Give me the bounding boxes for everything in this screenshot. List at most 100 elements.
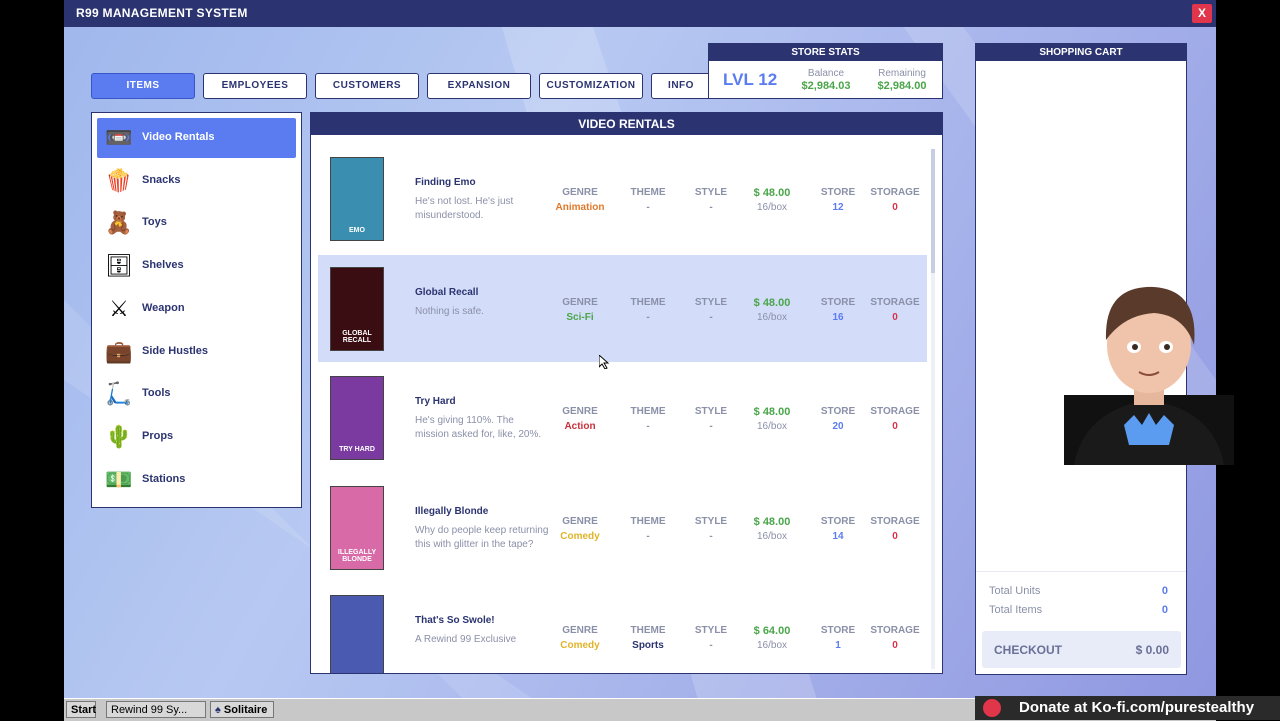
start-button[interactable]: Start — [66, 701, 96, 718]
item-store: 12 — [832, 202, 844, 213]
item-row[interactable]: ILLEGALLY BLONDE Illegally Blonde Why do p… — [318, 474, 927, 581]
taskbar-solitaire[interactable]: ♠ Solitaire — [210, 701, 274, 718]
solitaire-label: Solitaire — [223, 704, 268, 716]
item-store-column: STORE 14 — [808, 516, 868, 542]
item-genre-column: GENRE Animation — [550, 187, 610, 213]
scooter-icon: 🛴 — [105, 381, 133, 407]
item-row[interactable]: That's So Swole! A Rewind 99 Exclusive GEN… — [318, 583, 927, 673]
item-style: - — [709, 311, 713, 323]
window-title: R99 MANAGEMENT SYSTEM — [76, 6, 248, 20]
sidebar-item-side-hustles[interactable]: 💼 Side Hustles — [97, 332, 296, 372]
item-theme: - — [646, 421, 650, 432]
tab-info[interactable]: INFO — [651, 73, 711, 99]
scrollbar-thumb[interactable] — [931, 149, 935, 273]
item-cover-image: GLOBAL RECALL — [330, 266, 384, 351]
item-cover-image: ILLEGALLY BLONDE — [330, 485, 384, 570]
column-label: STORAGE — [870, 625, 920, 636]
item-per-box: 16/box — [756, 640, 788, 651]
briefcase-icon: 💼 — [105, 338, 133, 364]
sidebar-item-label: Toys — [142, 216, 167, 229]
item-list-panel: VIDEO RENTALS EMO Finding Emo He's not los… — [310, 112, 943, 674]
sidebar-item-shelves[interactable]: 🗄 Shelves — [97, 246, 296, 286]
item-genre-column: GENRE Action — [550, 406, 610, 432]
item-genre: Sci-Fi — [566, 311, 594, 323]
item-description: He's not lost. He's just misunderstood. — [415, 196, 514, 221]
item-row[interactable]: EMO Finding Emo He's not lost. He's just m… — [318, 145, 927, 252]
column-label: THEME — [630, 187, 666, 198]
item-row[interactable]: GLOBAL RECALL Global Recall Nothing is saf… — [318, 254, 927, 362]
total-units-label: Total Units — [989, 585, 1041, 597]
category-sidebar: 📼 Video Rentals 🍿 Snacks 🧸 Toys 🗄 Shelves ⚔ Weapo… — [91, 112, 302, 508]
item-style: - — [709, 421, 713, 432]
item-style: - — [709, 640, 713, 651]
tab-customers[interactable]: CUSTOMERS — [315, 73, 419, 99]
item-theme: - — [646, 202, 650, 213]
item-storage-column: STORAGE 0 — [865, 297, 925, 323]
remaining-label: Remaining — [878, 68, 926, 79]
popcorn-icon: 🍿 — [105, 167, 133, 193]
item-theme-column: THEME Sports — [618, 625, 678, 651]
item-genre-column: GENRE Comedy — [550, 516, 610, 542]
item-price-block: $ 48.00 16/box — [742, 406, 802, 432]
column-label: STYLE — [694, 515, 728, 527]
column-label: STORE — [820, 187, 856, 198]
mouse-cursor-icon — [599, 355, 609, 369]
item-style-column: STYLE - — [681, 187, 741, 213]
close-button[interactable]: X — [1192, 4, 1212, 23]
sidebar-item-props[interactable]: 🌵 Props — [97, 417, 296, 457]
item-theme-column: THEME - — [618, 187, 678, 213]
item-storage: 0 — [892, 421, 898, 432]
sidebar-item-snacks[interactable]: 🍿 Snacks — [97, 161, 296, 201]
item-theme: Sports — [632, 640, 664, 651]
column-label: GENRE — [562, 296, 598, 308]
remaining-block: Remaining $2,984.00 — [867, 68, 937, 92]
sidebar-item-toys[interactable]: 🧸 Toys — [97, 203, 296, 243]
item-description: He's giving 110%. The mission asked for,… — [415, 415, 542, 440]
item-storage-column: STORAGE 0 — [865, 625, 925, 651]
column-label: THEME — [630, 296, 666, 308]
item-price-block: $ 48.00 16/box — [742, 516, 802, 542]
item-price: $ 48.00 — [753, 515, 791, 528]
item-store: 16 — [832, 311, 844, 323]
kofi-heart-icon — [983, 699, 1001, 717]
shelf-icon: 🗄 — [105, 253, 133, 279]
column-label: STORAGE — [870, 187, 920, 198]
tab-expansion[interactable]: EXPANSION — [427, 73, 531, 99]
sidebar-item-tools[interactable]: 🛴 Tools — [97, 374, 296, 414]
total-units-value: 0 — [1161, 585, 1168, 597]
item-genre: Comedy — [560, 530, 600, 542]
item-per-box: 16/box — [756, 311, 788, 323]
tab-items[interactable]: ITEMS — [91, 73, 195, 99]
column-label: STORE — [820, 406, 856, 417]
item-name: Global Recall — [415, 286, 479, 298]
sidebar-item-label: Video Rentals — [142, 131, 215, 143]
sidebar-item-stations[interactable]: 💵 Stations — [97, 460, 296, 500]
column-label: GENRE — [562, 625, 598, 636]
kofi-overlay: Donate at Ko-fi.com/purestealthy — [975, 696, 1280, 720]
item-cover-image — [330, 595, 384, 673]
item-store: 14 — [832, 530, 844, 542]
checkout-total: $ 0.00 — [1135, 643, 1169, 657]
tab-employees[interactable]: EMPLOYEES — [203, 73, 307, 99]
item-style: - — [709, 202, 713, 213]
column-label: STYLE — [694, 296, 728, 308]
checkout-button[interactable]: CHECKOUT $ 0.00 — [982, 631, 1181, 668]
sidebar-item-video-rentals[interactable]: 📼 Video Rentals — [97, 118, 296, 158]
column-label: STORAGE — [870, 296, 920, 308]
cover-title: GLOBAL RECALL — [342, 329, 372, 344]
taskbar-rewind99[interactable]: Rewind 99 Sy... — [106, 701, 206, 718]
tab-customization[interactable]: CUSTOMIZATION — [539, 73, 643, 99]
item-per-box: 16/box — [756, 421, 788, 432]
total-items-value: 0 — [1161, 604, 1168, 616]
item-row[interactable]: TRY HARD Try Hard He's giving 110%. The mi… — [318, 364, 927, 471]
sidebar-item-weapon[interactable]: ⚔ Weapon — [97, 289, 296, 329]
balance-block: Balance $2,984.03 — [791, 68, 861, 92]
item-theme-column: THEME - — [618, 406, 678, 432]
store-stats-header: STORE STATS — [709, 44, 942, 61]
sidebar-item-label: Shelves — [142, 259, 184, 272]
item-list-scrollbar[interactable] — [931, 149, 935, 669]
item-store-column: STORE 12 — [808, 187, 868, 213]
item-style: - — [709, 530, 713, 542]
item-theme-column: THEME - — [618, 516, 678, 542]
streamer-avatar — [1064, 286, 1234, 465]
